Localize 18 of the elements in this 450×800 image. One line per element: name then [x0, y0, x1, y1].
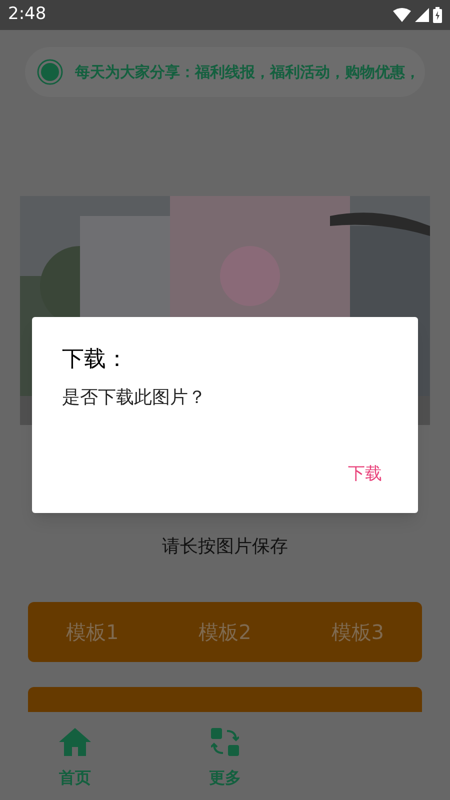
notice-icon — [37, 59, 63, 85]
notice-text: 每天为大家分享：福利线报，福利活动，购物优惠， — [75, 62, 420, 83]
template-button[interactable]: 模板2 — [198, 617, 252, 647]
template-button[interactable]: 模板3 — [331, 617, 384, 647]
swap-grid-icon — [211, 728, 239, 756]
battery-icon — [433, 7, 442, 23]
back-button[interactable] — [28, 687, 422, 712]
nav-tab[interactable]: 首页 — [0, 728, 150, 790]
nav-tab[interactable]: 更多 — [150, 728, 300, 790]
hint-text: 请长按图片保存 — [162, 535, 288, 559]
download-button[interactable]: 下载 — [340, 458, 390, 491]
signal-icon — [415, 8, 429, 22]
status-time: 2:48 — [8, 3, 46, 26]
dialog-message: 是否下载此图片？ — [62, 386, 207, 410]
dialog-title: 下载： — [62, 346, 129, 374]
template-button[interactable]: 模板1 — [66, 617, 119, 647]
wifi-icon — [393, 8, 411, 22]
home-icon — [59, 728, 91, 756]
